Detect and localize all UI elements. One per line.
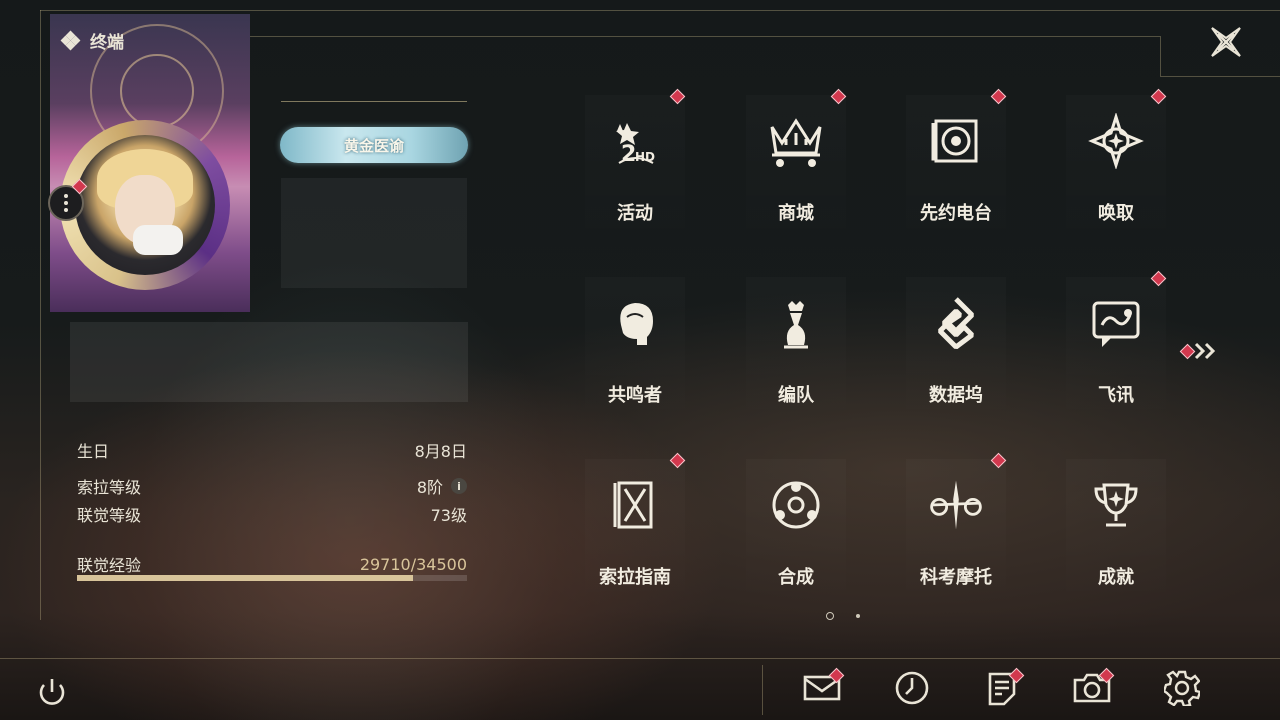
name-divider (281, 101, 467, 102)
menu-tile[interactable]: 合成 (746, 459, 846, 609)
page-dot-2[interactable] (856, 614, 860, 618)
menu-tile-label: 先约电台 (920, 203, 992, 224)
menu-tile-label: 商城 (778, 203, 814, 224)
stat-value: 8阶 (416, 478, 443, 497)
menu-tile-label: 唤取 (1098, 203, 1134, 224)
exp-progress-bar (77, 575, 467, 581)
menu-tile-label: 合成 (778, 567, 814, 588)
notification-badge (669, 88, 686, 105)
power-icon (39, 679, 65, 705)
guide-icon (605, 475, 665, 535)
player-name-box (281, 178, 467, 288)
shop-crown-icon (766, 111, 826, 171)
clock-icon (894, 670, 930, 710)
menu-tile-label: 编队 (778, 385, 814, 406)
menu-tile-label: 成就 (1098, 567, 1134, 588)
stat-label: 生日 (77, 442, 110, 461)
frame-left-line (40, 10, 41, 620)
notification-badge (669, 452, 686, 469)
stat-label: 索拉等级 (77, 478, 142, 497)
page-indicator (826, 612, 860, 620)
message-icon (1086, 293, 1146, 353)
menu-tile[interactable]: 唤取 (1066, 88, 1167, 245)
notification-badge (990, 452, 1007, 469)
frame-inner-line (250, 36, 1160, 37)
title-badge[interactable]: 黄金医谕 (280, 127, 468, 163)
menu-tile[interactable]: 共鸣者 (585, 277, 685, 427)
header: 终端 (60, 28, 124, 53)
stat-label: 联觉等级 (77, 506, 142, 525)
bottom-separator (762, 665, 763, 715)
stat-birthday: 生日 8月8日 (77, 438, 467, 462)
menu-tile-label: 共鸣者 (608, 385, 662, 406)
menu-tile[interactable]: 2 HD 活动 (585, 88, 686, 245)
stat-union-level: 联觉等级 73级 (77, 502, 467, 526)
resonator-head-icon (605, 293, 665, 353)
close-icon (1211, 27, 1241, 57)
stat-label: 联觉经验 (77, 556, 142, 575)
menu-tile-label: 数据坞 (929, 385, 983, 406)
clock-button[interactable] (892, 670, 932, 710)
mail-button[interactable] (802, 667, 845, 710)
close-button[interactable] (1208, 24, 1244, 60)
event-icon: 2 HD (605, 111, 665, 171)
gear-icon (1162, 670, 1202, 710)
terminal-diamond-icon (60, 30, 81, 50)
avatar[interactable] (75, 135, 215, 275)
summon-star-icon (1086, 111, 1146, 171)
stat-sola-level: 索拉等级 8阶 i (77, 474, 467, 498)
chess-team-icon (766, 293, 826, 353)
stat-union-exp: 联觉经验 29710/34500 (77, 552, 467, 576)
exp-progress-fill (77, 575, 413, 581)
menu-tile[interactable]: 商城 (746, 88, 847, 245)
data-dock-icon (926, 293, 986, 353)
page-dot-1[interactable] (826, 612, 834, 620)
menu-tile-label: 活动 (617, 203, 653, 224)
menu-tile[interactable]: 先约电台 (906, 88, 1007, 245)
banner-ornament-inner (120, 54, 194, 128)
gear-button[interactable] (1162, 670, 1202, 710)
notification-badge (1150, 88, 1167, 105)
menu-tile-label: 索拉指南 (599, 567, 671, 588)
menu-tile[interactable]: 编队 (746, 277, 846, 427)
menu-tile[interactable]: 科考摩托 (906, 452, 1007, 609)
notice-button[interactable] (982, 667, 1025, 710)
notification-badge (1150, 270, 1167, 287)
bottom-divider (0, 658, 1280, 659)
motorcycle-icon (926, 475, 986, 535)
stat-value: 73级 (430, 506, 467, 525)
notification-badge (990, 88, 1007, 105)
menu-tile[interactable]: 索拉指南 (585, 452, 686, 609)
notification-badge (830, 88, 847, 105)
stat-value: 8月8日 (414, 442, 467, 461)
menu-tile-label: 科考摩托 (920, 567, 992, 588)
signature-box[interactable] (70, 322, 468, 402)
frame-right-line (1160, 76, 1280, 77)
power-button[interactable] (32, 672, 72, 712)
next-page-button[interactable] (1179, 340, 1220, 362)
frame-top-line (40, 10, 1280, 11)
trophy-icon (1086, 475, 1146, 535)
stat-value: 29710/34500 (359, 554, 467, 574)
title-badge-label: 黄金医谕 (343, 136, 404, 155)
menu-tile[interactable]: 飞讯 (1066, 270, 1167, 427)
synthesis-icon (766, 475, 826, 535)
page-title: 终端 (90, 33, 124, 53)
camera-button[interactable] (1072, 667, 1115, 710)
double-chevron-right-icon (1194, 342, 1216, 360)
info-icon[interactable]: i (451, 478, 467, 494)
menu-tile[interactable]: 数据坞 (906, 277, 1006, 427)
menu-tile-label: 飞讯 (1098, 385, 1134, 406)
menu-tile[interactable]: 成就 (1066, 459, 1166, 609)
radio-icon (926, 111, 986, 171)
frame-corner-line (1160, 36, 1161, 76)
